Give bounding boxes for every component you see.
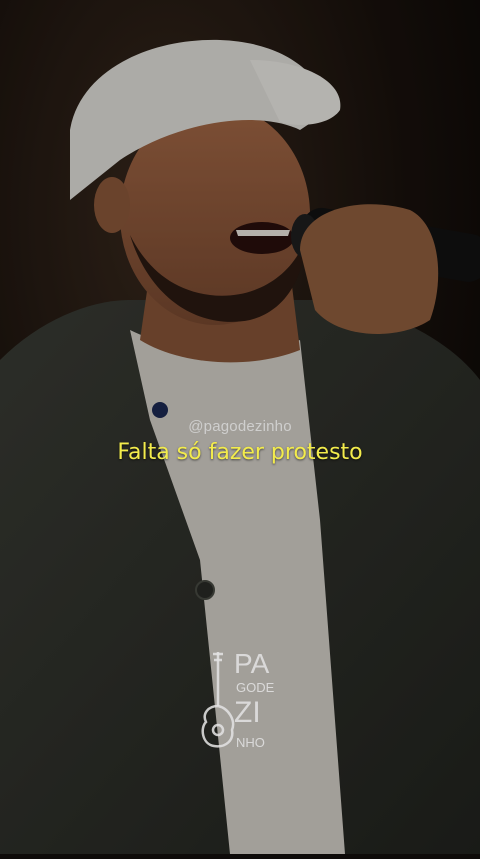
- logo-text-zi: ZI: [234, 696, 261, 729]
- logo-text-nho: NHO: [236, 735, 265, 750]
- video-frame: @pagodezinho Falta só fazer protesto PA …: [0, 0, 480, 854]
- lyric-caption: Falta só fazer protesto: [117, 440, 363, 465]
- logo-text-gode: GODE: [236, 680, 275, 695]
- channel-handle: @pagodezinho: [188, 418, 292, 435]
- guitar-icon: [201, 652, 235, 748]
- logo-text-pa: PA: [234, 648, 270, 679]
- pagodezinho-logo: PA GODE ZI NHO: [196, 648, 286, 758]
